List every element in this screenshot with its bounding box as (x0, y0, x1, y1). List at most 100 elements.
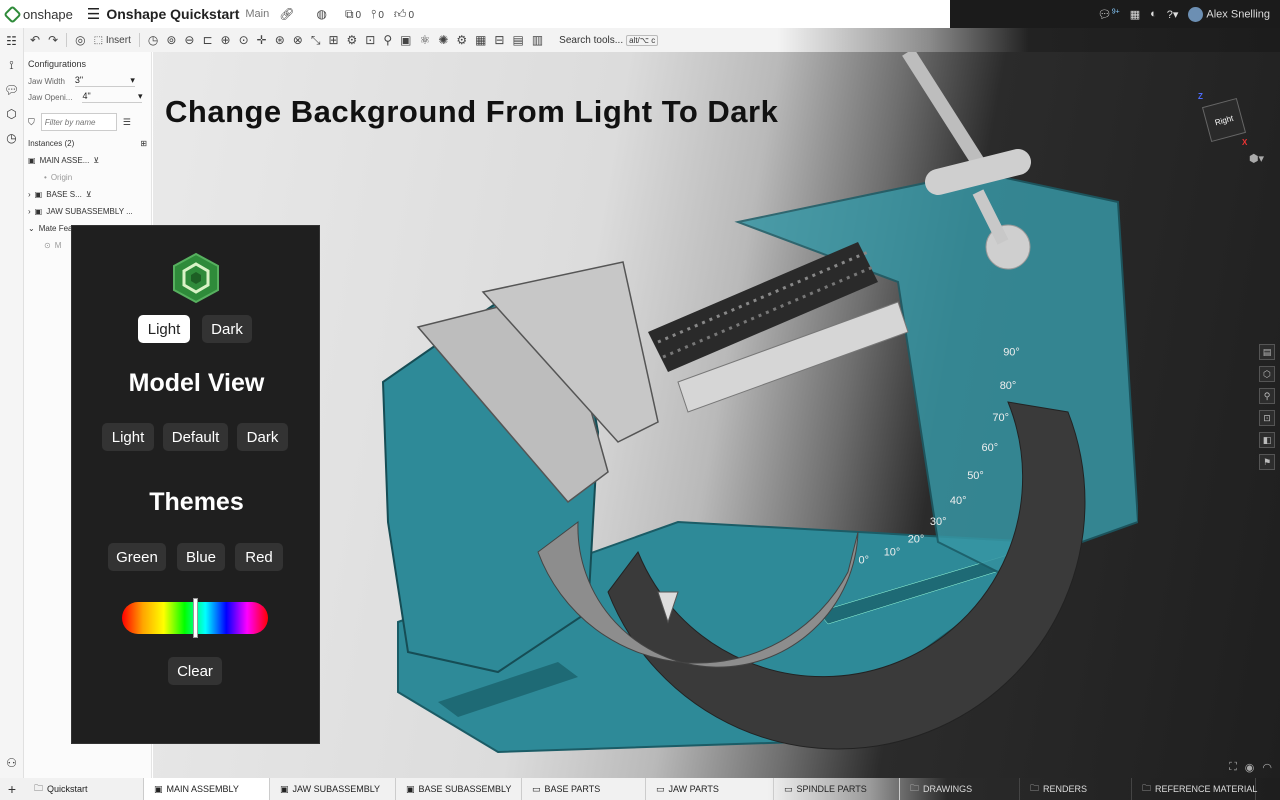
tab-jaw-subassembly[interactable]: ▣ JAW SUBASSEMBLY (270, 778, 396, 800)
theme-green-button[interactable]: Green (108, 543, 166, 571)
replicate-icon[interactable]: ◷ (148, 33, 158, 47)
copies-icon[interactable]: ⧉ 0 (345, 7, 361, 22)
tab-spindle-parts[interactable]: ▭ SPINDLE PARTS (774, 778, 900, 800)
appearance-icon[interactable]: ◧ (1259, 432, 1275, 448)
undo-icon[interactable]: ↶ (30, 33, 40, 47)
config-row[interactable]: Jaw Width 3" ▾ (24, 73, 151, 89)
gear-relation-icon[interactable]: ✺ (438, 33, 448, 47)
learning-icon[interactable]: ◐ (1150, 8, 1157, 20)
tab-base-parts[interactable]: ▭ BASE PARTS (522, 778, 646, 800)
add-tab-icon[interactable]: + (0, 781, 24, 797)
model-view-default-button[interactable]: Default (163, 423, 228, 451)
revolute-mate-icon[interactable]: ⊖ (184, 33, 194, 47)
globe-icon[interactable]: ◍ (316, 7, 326, 21)
insert-button[interactable]: ⬚ Insert (94, 35, 131, 46)
background-light-button[interactable]: Light (138, 315, 190, 343)
filter-input[interactable] (40, 113, 117, 131)
tool-icon[interactable]: ◎ (75, 33, 85, 47)
relation-icon[interactable]: ⚙ (347, 33, 358, 47)
search-tools[interactable]: Search tools... alt/⌥ c (559, 34, 659, 46)
view-mode-icon[interactable]: ⬢▾ (1249, 152, 1264, 165)
group-icon[interactable]: ⊞ (328, 33, 338, 47)
tangent-mate-icon[interactable]: ⤡ (311, 33, 321, 48)
link-icon[interactable]: 🔗︎ (279, 7, 294, 21)
chevron-down-icon[interactable]: ⌄ (28, 224, 35, 233)
config-value[interactable]: 4" ▾ (82, 91, 143, 103)
view-cube-face[interactable]: Right (1201, 97, 1247, 143)
add-folder-icon[interactable]: ⊞ (140, 139, 147, 148)
background-dark-button[interactable]: Dark (202, 315, 252, 343)
rack-icon[interactable]: ⚙ (456, 33, 467, 47)
measure-icon[interactable]: ⚲ (383, 33, 392, 47)
insert-icon[interactable]: ⬡ (6, 107, 16, 121)
help-icon[interactable]: ?▾ (1167, 8, 1179, 21)
pattern-icon[interactable]: ⊡ (365, 33, 375, 47)
linear-icon[interactable]: ⊟ (494, 33, 504, 47)
history-icon[interactable]: ◷ (6, 131, 16, 145)
model-view-dark-button[interactable]: Dark (237, 423, 288, 451)
robot-icon[interactable]: ⚇ (6, 756, 17, 770)
like-icon[interactable]: 👍︎ 0 (394, 7, 414, 22)
render-icon[interactable]: ⛶ (1229, 761, 1237, 774)
parts-icon[interactable]: ⬡ (1259, 366, 1275, 382)
ball-mate-icon[interactable]: ⊛ (275, 33, 285, 47)
configure-icon[interactable]: ▥ (532, 33, 543, 47)
instances-header[interactable]: Instances (2) ⊞ (24, 135, 151, 152)
theme-red-button[interactable]: Red (235, 543, 283, 571)
section-view-icon[interactable]: ◠ (1262, 761, 1272, 774)
config-row[interactable]: Jaw Openi... 4" ▾ (24, 89, 151, 105)
document-title[interactable]: Onshape Quickstart (106, 6, 239, 22)
theme-blue-button[interactable]: Blue (177, 543, 225, 571)
configurations-header[interactable]: Configurations (24, 52, 151, 73)
cylindrical-mate-icon[interactable]: ⊕ (221, 33, 231, 47)
variables-icon[interactable]: ⚑ (1259, 454, 1275, 470)
view-cube[interactable]: Z X Right (1194, 92, 1250, 148)
tab-quickstart[interactable]: 🗀︎ Quickstart (24, 778, 144, 800)
tab-drawings[interactable]: 🗀︎ DRAWINGS (900, 778, 1020, 800)
graphics-area[interactable]: 0° 10° 20° 30° 40° 50° 60° 70° 80° 90° Change Bac… (153, 52, 1280, 778)
clear-button[interactable]: Clear (168, 657, 222, 685)
tab-main-assembly[interactable]: ▣ MAIN ASSEMBLY (144, 778, 270, 800)
screw-icon[interactable]: ▦ (475, 33, 486, 47)
onshape-logo[interactable]: onshape (3, 4, 73, 24)
mate-features-icon[interactable]: ⟟ (9, 58, 13, 73)
tree-item-main-assembly[interactable]: ▣ MAIN ASSE... ⊻ (24, 152, 151, 169)
bom-icon[interactable]: ▤ (512, 33, 523, 47)
menu-icon[interactable]: ☰ (87, 5, 100, 23)
user-menu[interactable]: Alex Snelling (1188, 6, 1270, 22)
tree-item-base-subassembly[interactable]: › ▣ BASE S... ⊻ (24, 186, 151, 203)
connectors-icon[interactable]: ⊡ (1259, 410, 1275, 426)
chevron-right-icon[interactable]: › (28, 207, 31, 216)
config-value[interactable]: 3" ▾ (74, 75, 135, 87)
feature-list-icon[interactable]: ☷ (6, 34, 17, 48)
tab-renders[interactable]: 🗀︎ RENDERS (1020, 778, 1132, 800)
versions-icon[interactable]: ⫯ 0 (371, 7, 384, 22)
vise-model[interactable]: 0° 10° 20° 30°40° 50° 60° 70° 80° 90° (378, 52, 1138, 778)
tab-base-subassembly[interactable]: ▣ BASE SUBASSEMBLY (396, 778, 522, 800)
tab-reference-material[interactable]: 🗀︎ REFERENCE MATERIAL (1132, 778, 1257, 800)
mate-connector-icon[interactable]: ⊗ (293, 33, 303, 47)
notifications-icon[interactable]: 💬︎9+ (1098, 8, 1120, 21)
pin-slot-mate-icon[interactable]: ⊙ (239, 33, 249, 47)
model-view-light-button[interactable]: Light (102, 423, 154, 451)
filter-icon[interactable]: ⛉ (28, 117, 35, 128)
chevron-right-icon[interactable]: › (28, 190, 31, 199)
planar-mate-icon[interactable]: ✛ (257, 33, 267, 47)
list-view-icon[interactable]: ☰ (123, 117, 131, 128)
tab-jaw-parts[interactable]: ▭ JAW PARTS (646, 778, 774, 800)
properties-icon[interactable]: ▤ (1259, 344, 1275, 360)
explode-icon[interactable]: ⚛ (419, 33, 430, 47)
animation-icon[interactable]: ◉ (1245, 761, 1255, 774)
hue-slider[interactable] (122, 598, 268, 638)
app-store-icon[interactable]: ▦ (1130, 8, 1140, 21)
tree-item-jaw-subassembly[interactable]: › ▣ JAW SUBASSEMBLY ... (24, 203, 151, 220)
mates-icon[interactable]: ⚲ (1259, 388, 1275, 404)
slider-mate-icon[interactable]: ⊏ (202, 33, 212, 47)
section-icon[interactable]: ▣ (400, 33, 411, 47)
fastened-mate-icon[interactable]: ⊚ (166, 33, 176, 47)
hue-slider-handle[interactable] (193, 598, 198, 638)
branch-name[interactable]: Main (245, 8, 269, 20)
redo-icon[interactable]: ↷ (48, 33, 58, 47)
comments-icon[interactable]: 💬︎ (4, 83, 19, 97)
tree-item-origin[interactable]: • Origin (24, 169, 151, 186)
